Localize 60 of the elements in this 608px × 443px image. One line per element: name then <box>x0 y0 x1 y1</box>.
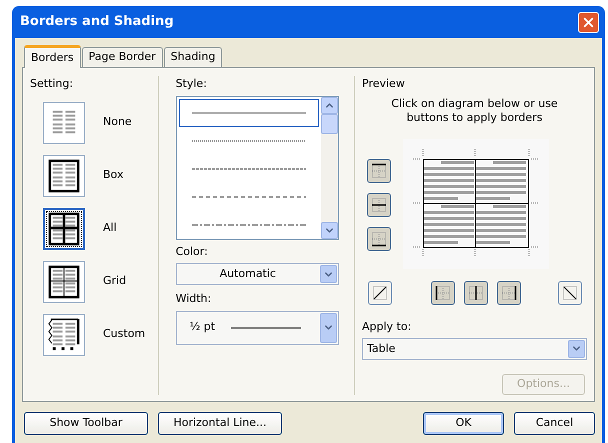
setting-option-label: None <box>103 114 132 130</box>
close-button[interactable] <box>578 12 599 32</box>
color-dropdown[interactable]: Automatic <box>176 263 339 285</box>
line-style-icon <box>192 222 306 226</box>
setting-button[interactable] <box>43 208 85 250</box>
width-label: Width: <box>176 291 212 307</box>
left-border-icon <box>434 284 452 302</box>
window-title: Borders and Shading <box>20 13 174 32</box>
dialog-button[interactable]: Cancel <box>514 412 595 435</box>
line-style-icon <box>192 194 306 198</box>
dropdown-arrow-button[interactable] <box>320 265 337 283</box>
tab[interactable]: Page Border <box>82 47 163 67</box>
right-border-icon <box>500 284 518 302</box>
preview-label: Preview <box>362 76 406 92</box>
top-border-icon <box>370 162 388 180</box>
width-dropdown[interactable]: ½ pt <box>176 310 339 344</box>
dialog-button[interactable]: Horizontal Line... <box>158 412 282 435</box>
style-list[interactable] <box>176 96 339 240</box>
dropdown-arrow-button[interactable] <box>568 340 585 358</box>
setting-button[interactable] <box>43 314 85 356</box>
scroll-thumb[interactable] <box>321 114 338 134</box>
dialog-button[interactable]: Show Toolbar <box>24 412 148 435</box>
border-toggle-button[interactable] <box>464 280 488 304</box>
preview-hint: Click on diagram below or use buttons to apply borders <box>390 96 559 124</box>
diagonal-down-icon <box>561 284 579 302</box>
table-preview-drawing[interactable] <box>403 138 549 268</box>
style-label: Style: <box>176 76 208 92</box>
middle-border-icon <box>370 196 388 214</box>
setting-option-label: Box <box>103 167 124 184</box>
line-style-icon <box>192 110 306 114</box>
border-toggle-button[interactable] <box>367 226 391 250</box>
border-toggle-button[interactable] <box>431 280 455 304</box>
border-toggle-button[interactable] <box>497 280 521 304</box>
diagonal-up-icon <box>371 284 389 302</box>
line-sample-icon <box>230 326 301 328</box>
tab[interactable]: Shading <box>164 47 222 67</box>
bottom-border-icon <box>370 230 388 248</box>
line-style-icon <box>192 138 306 142</box>
setting-label: Setting: <box>30 76 74 92</box>
border-toggle-button[interactable] <box>368 280 392 304</box>
color-label: Color: <box>176 244 209 260</box>
line-style-icon <box>192 166 306 170</box>
border-toggle-button[interactable] <box>558 280 582 304</box>
setting-option-label: Grid <box>103 273 126 290</box>
border-toggle-button[interactable] <box>367 158 391 182</box>
apply-to-label: Apply to: <box>362 318 412 334</box>
tab[interactable]: Borders <box>24 45 81 68</box>
setting-option-label: All <box>103 220 117 236</box>
setting-button[interactable] <box>43 154 85 196</box>
scroll-down-button[interactable] <box>321 222 338 238</box>
dialog-button[interactable]: OK <box>423 412 504 435</box>
center-border-icon <box>467 284 485 302</box>
apply-to-dropdown[interactable]: Table <box>362 338 587 360</box>
border-toggle-button[interactable] <box>367 192 391 216</box>
setting-button[interactable] <box>43 260 85 302</box>
line-style-option[interactable] <box>178 98 319 126</box>
dropdown-arrow-button[interactable] <box>320 312 337 342</box>
scrollbar[interactable] <box>321 96 338 238</box>
setting-option-label: Custom <box>103 326 146 342</box>
scroll-up-button[interactable] <box>321 96 338 114</box>
